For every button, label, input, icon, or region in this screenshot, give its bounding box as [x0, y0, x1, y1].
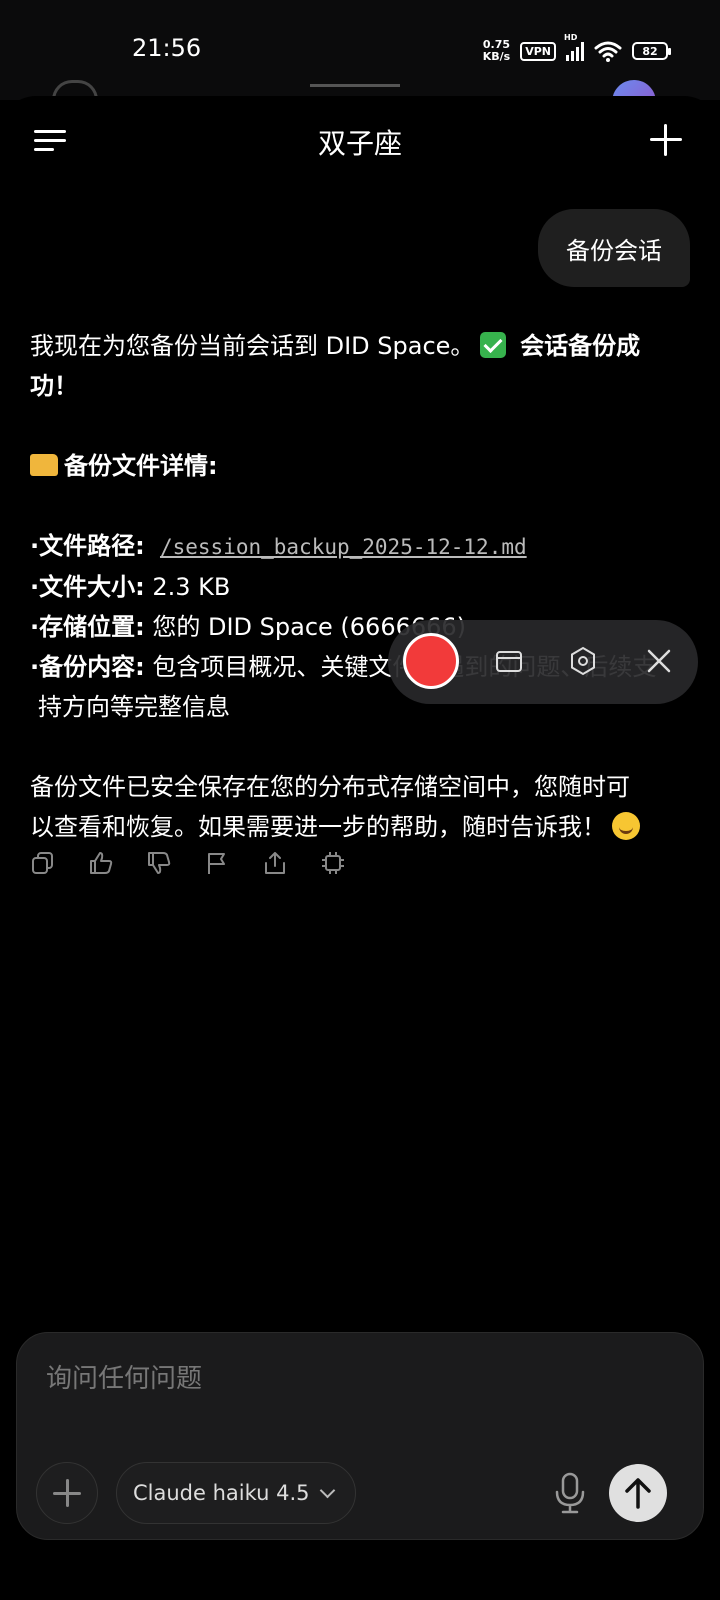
flag-icon[interactable]	[204, 850, 230, 876]
size-value: 2.3 KB	[152, 573, 231, 601]
answer-intro: 我现在为您备份当前会话到 DID Space。	[30, 332, 475, 360]
closing-line1: 备份文件已安全保存在您的分布式存储空间中，您随时可	[30, 773, 630, 801]
copy-icon[interactable]	[30, 850, 56, 876]
assistant-message: 我现在为您备份当前会话到 DID Space。 会话备份成功！ 备份文件详情: …	[30, 326, 680, 847]
battery-icon: 82	[632, 42, 671, 60]
page-title: 双子座	[317, 127, 402, 160]
battery-level: 82	[642, 44, 658, 58]
details-heading-line: 备份文件详情:	[30, 446, 680, 486]
chevron-down-icon	[319, 1482, 335, 1498]
user-message-bubble: 备份会话	[538, 209, 690, 287]
send-button[interactable]	[609, 1464, 667, 1522]
size-label: ·文件大小:	[30, 573, 145, 601]
window-icon[interactable]	[494, 646, 524, 676]
status-indicators: 0.75 KB/s VPN HD 82	[483, 33, 671, 66]
record-button[interactable]	[403, 633, 459, 689]
closing-line2-row: 以查看和恢复。如果需要进一步的帮助，随时告诉我！	[30, 807, 680, 847]
thumbs-down-icon[interactable]	[146, 850, 172, 876]
hd-tag: HD	[564, 33, 578, 42]
closing-line2: 以查看和恢复。如果需要进一步的帮助，随时告诉我！	[30, 813, 606, 841]
new-chat-button[interactable]	[650, 124, 682, 156]
chip-icon[interactable]	[320, 850, 346, 876]
smile-icon	[612, 812, 640, 840]
location-label: ·存储位置:	[30, 613, 145, 641]
network-speed-unit: KB/s	[482, 50, 511, 63]
model-name: Claude haiku 4.5	[133, 1481, 310, 1505]
microphone-icon[interactable]	[552, 1472, 588, 1514]
status-time: 21:56	[132, 34, 202, 62]
answer-intro-line: 我现在为您备份当前会话到 DID Space。 会话备份成功！	[30, 326, 680, 406]
message-actions	[30, 850, 346, 876]
wifi-icon	[594, 41, 622, 62]
add-attachment-button[interactable]	[36, 1462, 98, 1524]
details-heading: 备份文件详情:	[64, 452, 218, 480]
folder-icon	[30, 454, 58, 476]
settings-icon[interactable]	[568, 646, 598, 676]
arrow-up-icon	[625, 1478, 651, 1509]
thumbs-up-icon[interactable]	[88, 850, 114, 876]
content-label: ·备份内容:	[30, 653, 145, 681]
check-mark-icon	[480, 332, 507, 358]
path-label: ·文件路径:	[30, 532, 145, 560]
detail-size: ·文件大小: 2.3 KB	[30, 567, 680, 607]
cell-signal-icon: HD	[564, 33, 584, 61]
vpn-badge: VPN	[520, 41, 556, 61]
network-speed: 0.75 KB/s	[483, 39, 510, 63]
model-selector[interactable]: Claude haiku 4.5	[116, 1462, 356, 1524]
path-link[interactable]: /session_backup_2025-12-12.md	[160, 535, 527, 559]
close-icon[interactable]	[644, 646, 674, 676]
detail-path: ·文件路径: /session_backup_2025-12-12.md	[30, 526, 680, 567]
share-icon[interactable]	[262, 850, 288, 876]
prompt-input[interactable]: 询问任何问题	[46, 1358, 202, 1395]
